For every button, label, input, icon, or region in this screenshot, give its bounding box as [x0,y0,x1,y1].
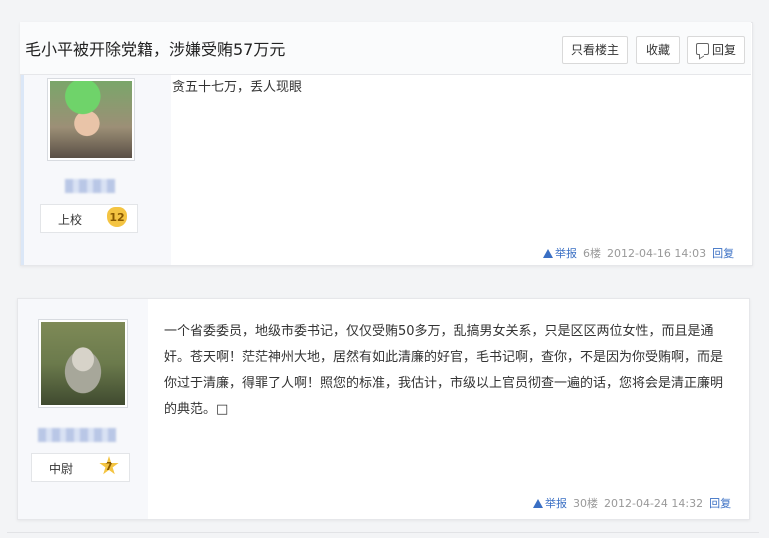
thread-header: 毛小平被开除党籍，涉嫌受贿57万元 只看楼主 收藏 回复 [20,22,751,75]
level-heart-icon: 12 [107,207,127,227]
rank-badge: 中尉 7 [31,453,130,482]
avatar[interactable] [47,78,135,161]
author-name[interactable] [65,179,115,193]
rank-label: 上校 [58,213,83,227]
rank-label: 中尉 [49,462,74,476]
report-link[interactable]: 举报 [533,497,567,510]
floor-number: 6楼 [583,247,601,260]
warning-icon [543,249,553,258]
level-star-icon: 7 [99,456,119,475]
comment-icon [695,43,709,55]
post-time: 2012-04-16 14:03 [607,247,707,260]
post-time: 2012-04-24 14:32 [604,497,704,510]
favorite-button[interactable]: 收藏 [636,36,680,64]
reply-link[interactable]: 回复 [712,247,734,260]
thread-title: 毛小平被开除党籍，涉嫌受贿57万元 [25,40,286,59]
avatar[interactable] [38,319,128,408]
page-border [7,522,759,533]
only-op-button[interactable]: 只看楼主 [562,36,628,64]
author-name[interactable] [38,428,116,442]
report-link[interactable]: 举报 [543,247,577,260]
post-content: 一个省委委员，地级市委书记，仅仅受贿50多万，乱搞男女关系，只是区区两位女性，而… [164,324,724,417]
reply-button[interactable]: 回复 [687,36,745,64]
post-content: 贪五十七万，丢人现眼 [172,80,303,95]
warning-icon [533,499,543,508]
avatar-image [50,81,132,158]
avatar-image [41,322,125,405]
post-meta: 举报 30楼 2012-04-24 14:32 回复 [533,495,731,511]
reply-link[interactable]: 回复 [709,497,731,510]
rank-badge: 上校 12 [40,204,138,233]
floor-number: 30楼 [573,497,598,510]
post-meta: 举报 6楼 2012-04-16 14:03 回复 [543,245,734,261]
